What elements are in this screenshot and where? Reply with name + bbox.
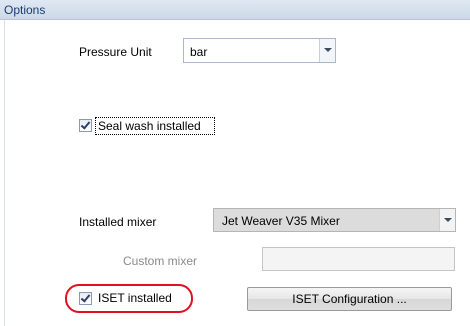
installed-mixer-dropdown[interactable]: Jet Weaver V35 Mixer xyxy=(213,208,456,232)
iset-configuration-button[interactable]: ISET Configuration ... xyxy=(247,287,452,311)
pressure-unit-value: bar xyxy=(190,45,208,59)
installed-mixer-label: Installed mixer xyxy=(79,215,157,229)
pressure-unit-dropdown[interactable]: bar xyxy=(183,38,336,63)
options-title: Options xyxy=(4,3,46,17)
seal-wash-label[interactable]: Seal wash installed xyxy=(98,119,201,133)
chevron-down-icon[interactable] xyxy=(439,209,455,231)
iset-installed-label[interactable]: ISET installed xyxy=(98,291,172,305)
options-panel: Options Pressure Unit bar Seal wash inst… xyxy=(0,0,470,326)
panel-border xyxy=(4,20,5,326)
installed-mixer-value: Jet Weaver V35 Mixer xyxy=(222,214,340,228)
chevron-down-icon[interactable] xyxy=(319,39,335,62)
pressure-unit-label: Pressure Unit xyxy=(79,45,152,59)
seal-wash-focus: Seal wash installed xyxy=(95,117,215,135)
custom-mixer-field[interactable] xyxy=(262,247,455,271)
seal-wash-checkbox[interactable] xyxy=(79,119,92,132)
iset-installed-checkbox[interactable] xyxy=(79,292,92,305)
custom-mixer-label: Custom mixer xyxy=(123,254,198,268)
options-header: Options xyxy=(0,0,470,20)
